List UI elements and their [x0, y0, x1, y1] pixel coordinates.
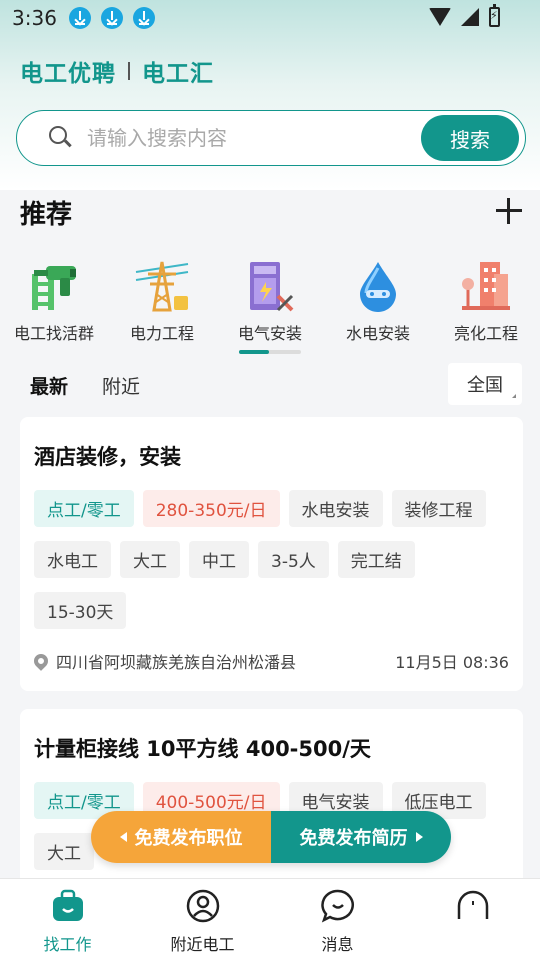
tab-nearby[interactable]: 附近: [102, 372, 140, 399]
nav-find-job[interactable]: 找工作: [0, 879, 135, 960]
category-scroll-indicator-active: [239, 350, 269, 354]
search-icon: [49, 126, 73, 150]
user-circle-icon: [186, 889, 219, 923]
job-type-tag: 点工/零工: [34, 490, 134, 527]
job-tag: 3-5人: [258, 541, 329, 578]
add-category-icon[interactable]: [496, 198, 522, 224]
city-lighting-icon: [462, 262, 510, 310]
search-button[interactable]: 搜索: [421, 115, 519, 161]
post-resume-button[interactable]: 免费发布简历: [271, 811, 451, 863]
wifi-icon: [429, 8, 451, 26]
job-pay-tag: 280-350元/日: [142, 490, 280, 527]
job-tag: 水电工: [34, 541, 111, 578]
status-bar: 3:36: [0, 0, 540, 36]
location-pin-icon: [31, 651, 51, 671]
nav-nearby-electricians[interactable]: 附近电工: [135, 879, 270, 960]
feed-tabs: 最新 附近: [30, 372, 140, 399]
job-card[interactable]: 酒店装修，安装 点工/零工 280-350元/日 水电安装 装修工程 水电工 大…: [20, 417, 523, 691]
arrow-right-icon: [415, 832, 423, 842]
search-input[interactable]: [87, 126, 407, 150]
category-label: 电气安装: [237, 324, 302, 343]
category-item-lighting[interactable]: 亮化工程: [432, 258, 540, 358]
dropdown-corner-icon: [512, 394, 516, 398]
nav-label: 消息: [321, 935, 354, 954]
region-label: 全国: [467, 375, 503, 396]
region-selector[interactable]: 全国: [448, 363, 522, 405]
tab-latest[interactable]: 最新: [30, 372, 68, 399]
battery-charging-icon: [489, 4, 500, 27]
category-item-electrical[interactable]: 电气安装: [216, 258, 324, 358]
nav-label: 找工作: [43, 935, 92, 954]
water-drop-icon: [360, 262, 396, 312]
nav-profile[interactable]: [405, 879, 540, 960]
category-label: 电力工程: [129, 324, 194, 343]
signal-icon: [461, 8, 479, 26]
download-icon: [100, 7, 123, 29]
job-location-text: 四川省阿坝藏族羌族自治州松潘县: [56, 653, 297, 672]
job-tags: 点工/零工 280-350元/日 水电安装 装修工程 水电工 大工 中工 3-5…: [34, 490, 509, 629]
floating-post-actions: 免费发布职位 免费发布简历: [91, 811, 451, 863]
job-tag: 完工结: [337, 541, 415, 578]
power-tower-icon: [135, 261, 189, 312]
brand-primary: 电工优聘: [20, 61, 116, 87]
category-item-drill[interactable]: 电工找活群: [0, 258, 108, 358]
job-tag: 装修工程: [391, 490, 486, 527]
job-tag: 大工: [34, 833, 94, 870]
category-label: 电工找活群: [13, 324, 94, 343]
download-icon: [68, 7, 91, 29]
job-footer: 四川省阿坝藏族羌族自治州松潘县 11月5日 08:36: [31, 649, 509, 673]
post-job-button[interactable]: 免费发布职位: [91, 811, 271, 863]
job-time: 11月5日 08:36: [395, 653, 509, 672]
job-location: 四川省阿坝藏族羌族自治州松潘县: [31, 649, 297, 673]
job-title: 计量柜接线 10平方线 400-500/天: [34, 737, 371, 761]
drill-ladder-icon: [32, 266, 76, 310]
profile-icon: [457, 890, 488, 919]
job-title: 酒店装修，安装: [34, 445, 181, 469]
category-scroll-indicator: [239, 350, 301, 354]
search-bar: 搜索: [16, 110, 526, 166]
job-tag: 15-30天: [34, 592, 127, 629]
electrical-cabinet-icon: [250, 262, 294, 312]
bottom-nav: 找工作 附近电工 消息: [0, 878, 540, 960]
category-label: 水电安装: [345, 324, 410, 343]
status-time: 3:36: [12, 6, 57, 30]
nav-messages[interactable]: 消息: [270, 879, 405, 960]
arrow-left-icon: [119, 832, 127, 842]
recommend-title: 推荐: [20, 200, 73, 230]
brand-secondary: 电工汇: [142, 61, 214, 87]
category-label: 亮化工程: [453, 324, 518, 343]
job-tag: 水电安装: [288, 490, 383, 527]
post-resume-label: 免费发布简历: [299, 828, 408, 849]
briefcase-icon: [52, 889, 83, 921]
job-card[interactable]: 计量柜接线 10平方线 400-500/天 点工/零工 400-500元/日 电…: [20, 709, 523, 899]
brand-header: 电工优聘 电工汇: [20, 54, 214, 88]
brand-divider: [128, 62, 130, 80]
chat-bubble-icon: [320, 889, 354, 923]
job-tag: 大工: [120, 541, 180, 578]
category-item-water[interactable]: 水电安装: [324, 258, 432, 358]
nav-label: 附近电工: [170, 935, 235, 954]
category-row: 电工找活群 电力工程 电气安装 水电安装 亮化工程: [0, 258, 540, 358]
status-indicators: [429, 4, 500, 27]
category-item-power[interactable]: 电力工程: [108, 258, 216, 358]
job-tag: 中工: [189, 541, 249, 578]
download-icon: [132, 7, 155, 29]
post-job-label: 免费发布职位: [134, 828, 243, 849]
